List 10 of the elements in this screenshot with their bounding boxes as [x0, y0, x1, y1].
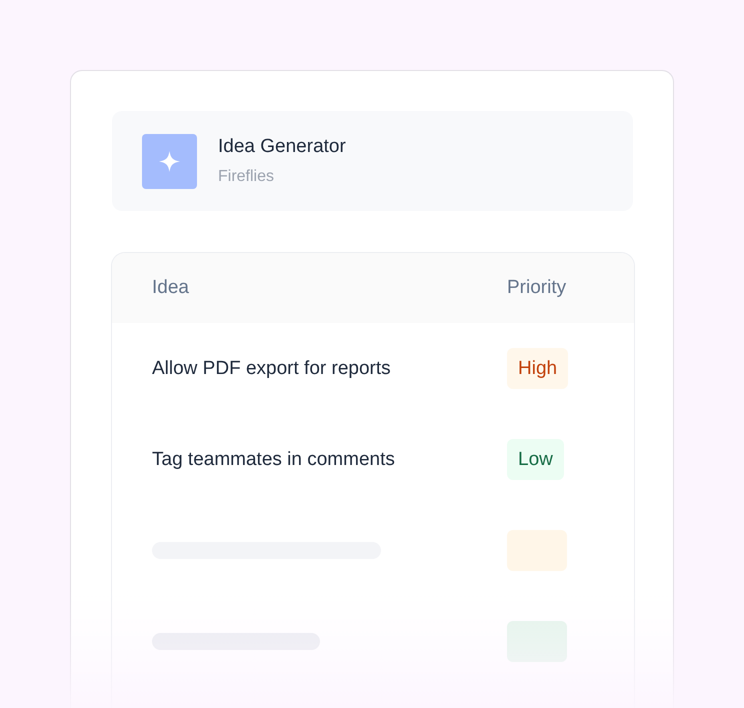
skeleton-tag [507, 621, 567, 662]
idea-cell: Tag teammates in comments [152, 448, 395, 470]
priority-tag: Low [507, 439, 564, 480]
idea-cell: Allow PDF export for reports [152, 358, 391, 380]
column-header: Idea [152, 277, 189, 299]
column-header: Priority [507, 277, 566, 299]
app-subtitle: Fireflies [218, 167, 276, 186]
sparkle-icon [142, 134, 197, 188]
priority-tag: High [507, 348, 568, 389]
app-title: Idea Generator [218, 136, 346, 158]
